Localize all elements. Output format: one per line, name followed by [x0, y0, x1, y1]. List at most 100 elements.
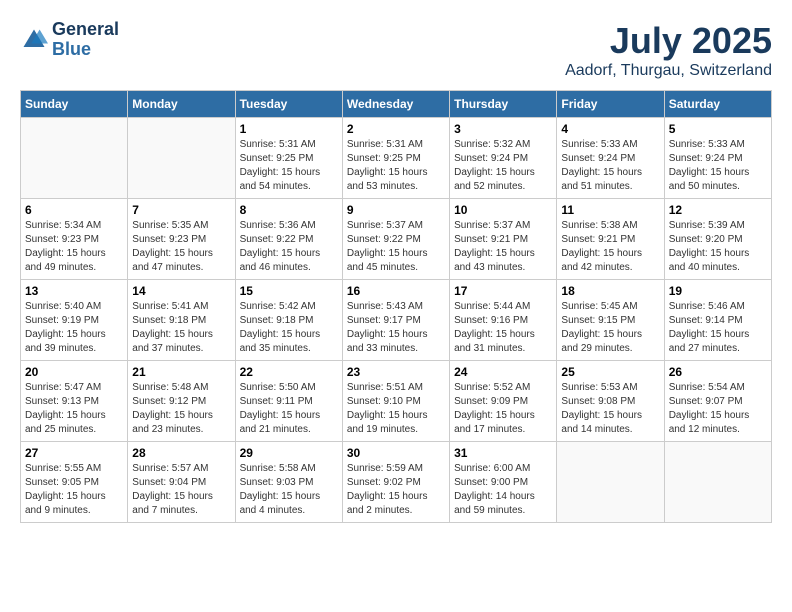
day-number: 16 — [347, 284, 445, 298]
calendar-cell: 30Sunrise: 5:59 AMSunset: 9:02 PMDayligh… — [342, 442, 449, 523]
calendar-cell: 24 Sunrise: 5:52 AMSunset: 9:09 PMDayligh… — [450, 361, 557, 442]
weekday-header-row: SundayMondayTuesdayWednesdayThursdayFrid… — [21, 91, 772, 118]
weekday-header-saturday: Saturday — [664, 91, 771, 118]
day-info: Sunrise: 5:36 AMSunset: 9:22 PMDaylight:… — [240, 219, 338, 275]
weekday-header-friday: Friday — [557, 91, 664, 118]
day-info: Sunrise: 5:40 AMSunset: 9:19 PMDaylight:… — [25, 300, 123, 356]
day-info: Sunrise: 5:58 AMSunset: 9:03 PMDaylight:… — [240, 462, 338, 518]
weekday-header-sunday: Sunday — [21, 91, 128, 118]
calendar-week-1: 1Sunrise: 5:31 AMSunset: 9:25 PMDaylight… — [21, 118, 772, 199]
day-number: 29 — [240, 446, 338, 460]
day-number: 2 — [347, 122, 445, 136]
day-info: Sunrise: 5:41 AMSunset: 9:18 PMDaylight:… — [132, 300, 230, 356]
calendar-cell: 12Sunrise: 5:39 AMSunset: 9:20 PMDayligh… — [664, 199, 771, 280]
calendar-cell: 25Sunrise: 5:53 AMSunset: 9:08 PMDayligh… — [557, 361, 664, 442]
day-info: Sunrise: 5:48 AMSunset: 9:12 PMDaylight:… — [132, 381, 230, 437]
calendar-cell: 7 Sunrise: 5:35 AMSunset: 9:23 PMDaylight… — [128, 199, 235, 280]
page-header: General Blue July 2025 Aadorf, Thurgau, … — [20, 20, 772, 80]
day-number: 19 — [669, 284, 767, 298]
day-number: 22 — [240, 365, 338, 379]
day-info: Sunrise: 5:43 AMSunset: 9:17 PMDaylight:… — [347, 300, 445, 356]
calendar-cell: 10 Sunrise: 5:37 AMSunset: 9:21 PMDayligh… — [450, 199, 557, 280]
day-info: Sunrise: 5:33 AMSunset: 9:24 PMDaylight:… — [561, 138, 659, 194]
calendar-cell: 20 Sunrise: 5:47 AMSunset: 9:13 PMDayligh… — [21, 361, 128, 442]
calendar-cell: 1Sunrise: 5:31 AMSunset: 9:25 PMDaylight… — [235, 118, 342, 199]
calendar-week-3: 13 Sunrise: 5:40 AMSunset: 9:19 PMDayligh… — [21, 280, 772, 361]
logo: General Blue — [20, 20, 119, 60]
calendar-week-5: 27Sunrise: 5:55 AMSunset: 9:05 PMDayligh… — [21, 442, 772, 523]
day-info: Sunrise: 5:31 AMSunset: 9:25 PMDaylight:… — [347, 138, 445, 194]
day-number: 3 — [454, 122, 552, 136]
day-number: 25 — [561, 365, 659, 379]
weekday-header-tuesday: Tuesday — [235, 91, 342, 118]
calendar-cell: 26 Sunrise: 5:54 AMSunset: 9:07 PMDayligh… — [664, 361, 771, 442]
calendar-cell: 17Sunrise: 5:44 AMSunset: 9:16 PMDayligh… — [450, 280, 557, 361]
day-info: Sunrise: 5:54 AMSunset: 9:07 PMDaylight:… — [669, 381, 767, 437]
day-number: 7 — [132, 203, 230, 217]
day-info: Sunrise: 6:00 AMSunset: 9:00 PMDaylight:… — [454, 462, 552, 518]
day-number: 4 — [561, 122, 659, 136]
day-info: Sunrise: 5:57 AMSunset: 9:04 PMDaylight:… — [132, 462, 230, 518]
day-number: 24 — [454, 365, 552, 379]
calendar-cell: 15Sunrise: 5:42 AMSunset: 9:18 PMDayligh… — [235, 280, 342, 361]
calendar-title: July 2025 — [565, 20, 772, 62]
day-number: 8 — [240, 203, 338, 217]
logo-text: General Blue — [52, 20, 119, 60]
calendar-week-2: 6Sunrise: 5:34 AMSunset: 9:23 PMDaylight… — [21, 199, 772, 280]
calendar-cell: 3 Sunrise: 5:32 AMSunset: 9:24 PMDaylight… — [450, 118, 557, 199]
calendar-cell: 9 Sunrise: 5:37 AMSunset: 9:22 PMDaylight… — [342, 199, 449, 280]
calendar-subtitle: Aadorf, Thurgau, Switzerland — [565, 62, 772, 80]
day-number: 26 — [669, 365, 767, 379]
day-info: Sunrise: 5:47 AMSunset: 9:13 PMDaylight:… — [25, 381, 123, 437]
calendar-table: SundayMondayTuesdayWednesdayThursdayFrid… — [20, 90, 772, 523]
day-info: Sunrise: 5:46 AMSunset: 9:14 PMDaylight:… — [669, 300, 767, 356]
weekday-header-wednesday: Wednesday — [342, 91, 449, 118]
calendar-cell: 16 Sunrise: 5:43 AMSunset: 9:17 PMDayligh… — [342, 280, 449, 361]
day-info: Sunrise: 5:32 AMSunset: 9:24 PMDaylight:… — [454, 138, 552, 194]
calendar-cell — [557, 442, 664, 523]
calendar-cell: 14 Sunrise: 5:41 AMSunset: 9:18 PMDayligh… — [128, 280, 235, 361]
logo-icon — [20, 26, 48, 54]
day-number: 13 — [25, 284, 123, 298]
day-number: 6 — [25, 203, 123, 217]
day-number: 21 — [132, 365, 230, 379]
calendar-cell: 21 Sunrise: 5:48 AMSunset: 9:12 PMDayligh… — [128, 361, 235, 442]
day-number: 27 — [25, 446, 123, 460]
day-number: 23 — [347, 365, 445, 379]
day-number: 18 — [561, 284, 659, 298]
calendar-cell: 8 Sunrise: 5:36 AMSunset: 9:22 PMDaylight… — [235, 199, 342, 280]
day-number: 30 — [347, 446, 445, 460]
day-number: 9 — [347, 203, 445, 217]
day-number: 10 — [454, 203, 552, 217]
calendar-cell: 19 Sunrise: 5:46 AMSunset: 9:14 PMDayligh… — [664, 280, 771, 361]
calendar-cell: 5 Sunrise: 5:33 AMSunset: 9:24 PMDaylight… — [664, 118, 771, 199]
day-info: Sunrise: 5:37 AMSunset: 9:21 PMDaylight:… — [454, 219, 552, 275]
calendar-cell — [664, 442, 771, 523]
calendar-cell: 4 Sunrise: 5:33 AMSunset: 9:24 PMDaylight… — [557, 118, 664, 199]
calendar-cell: 11Sunrise: 5:38 AMSunset: 9:21 PMDayligh… — [557, 199, 664, 280]
day-info: Sunrise: 5:37 AMSunset: 9:22 PMDaylight:… — [347, 219, 445, 275]
day-info: Sunrise: 5:38 AMSunset: 9:21 PMDaylight:… — [561, 219, 659, 275]
day-info: Sunrise: 5:45 AMSunset: 9:15 PMDaylight:… — [561, 300, 659, 356]
calendar-cell: 13 Sunrise: 5:40 AMSunset: 9:19 PMDayligh… — [21, 280, 128, 361]
calendar-cell — [128, 118, 235, 199]
calendar-cell: 18 Sunrise: 5:45 AMSunset: 9:15 PMDayligh… — [557, 280, 664, 361]
day-number: 5 — [669, 122, 767, 136]
day-number: 31 — [454, 446, 552, 460]
weekday-header-monday: Monday — [128, 91, 235, 118]
calendar-cell: 23Sunrise: 5:51 AMSunset: 9:10 PMDayligh… — [342, 361, 449, 442]
day-info: Sunrise: 5:39 AMSunset: 9:20 PMDaylight:… — [669, 219, 767, 275]
calendar-cell: 2 Sunrise: 5:31 AMSunset: 9:25 PMDaylight… — [342, 118, 449, 199]
day-info: Sunrise: 5:52 AMSunset: 9:09 PMDaylight:… — [454, 381, 552, 437]
calendar-cell — [21, 118, 128, 199]
day-number: 20 — [25, 365, 123, 379]
day-number: 14 — [132, 284, 230, 298]
day-info: Sunrise: 5:35 AMSunset: 9:23 PMDaylight:… — [132, 219, 230, 275]
day-info: Sunrise: 5:44 AMSunset: 9:16 PMDaylight:… — [454, 300, 552, 356]
weekday-header-thursday: Thursday — [450, 91, 557, 118]
calendar-cell: 6Sunrise: 5:34 AMSunset: 9:23 PMDaylight… — [21, 199, 128, 280]
day-info: Sunrise: 5:42 AMSunset: 9:18 PMDaylight:… — [240, 300, 338, 356]
calendar-cell: 31 Sunrise: 6:00 AMSunset: 9:00 PMDayligh… — [450, 442, 557, 523]
day-info: Sunrise: 5:33 AMSunset: 9:24 PMDaylight:… — [669, 138, 767, 194]
calendar-cell: 27Sunrise: 5:55 AMSunset: 9:05 PMDayligh… — [21, 442, 128, 523]
